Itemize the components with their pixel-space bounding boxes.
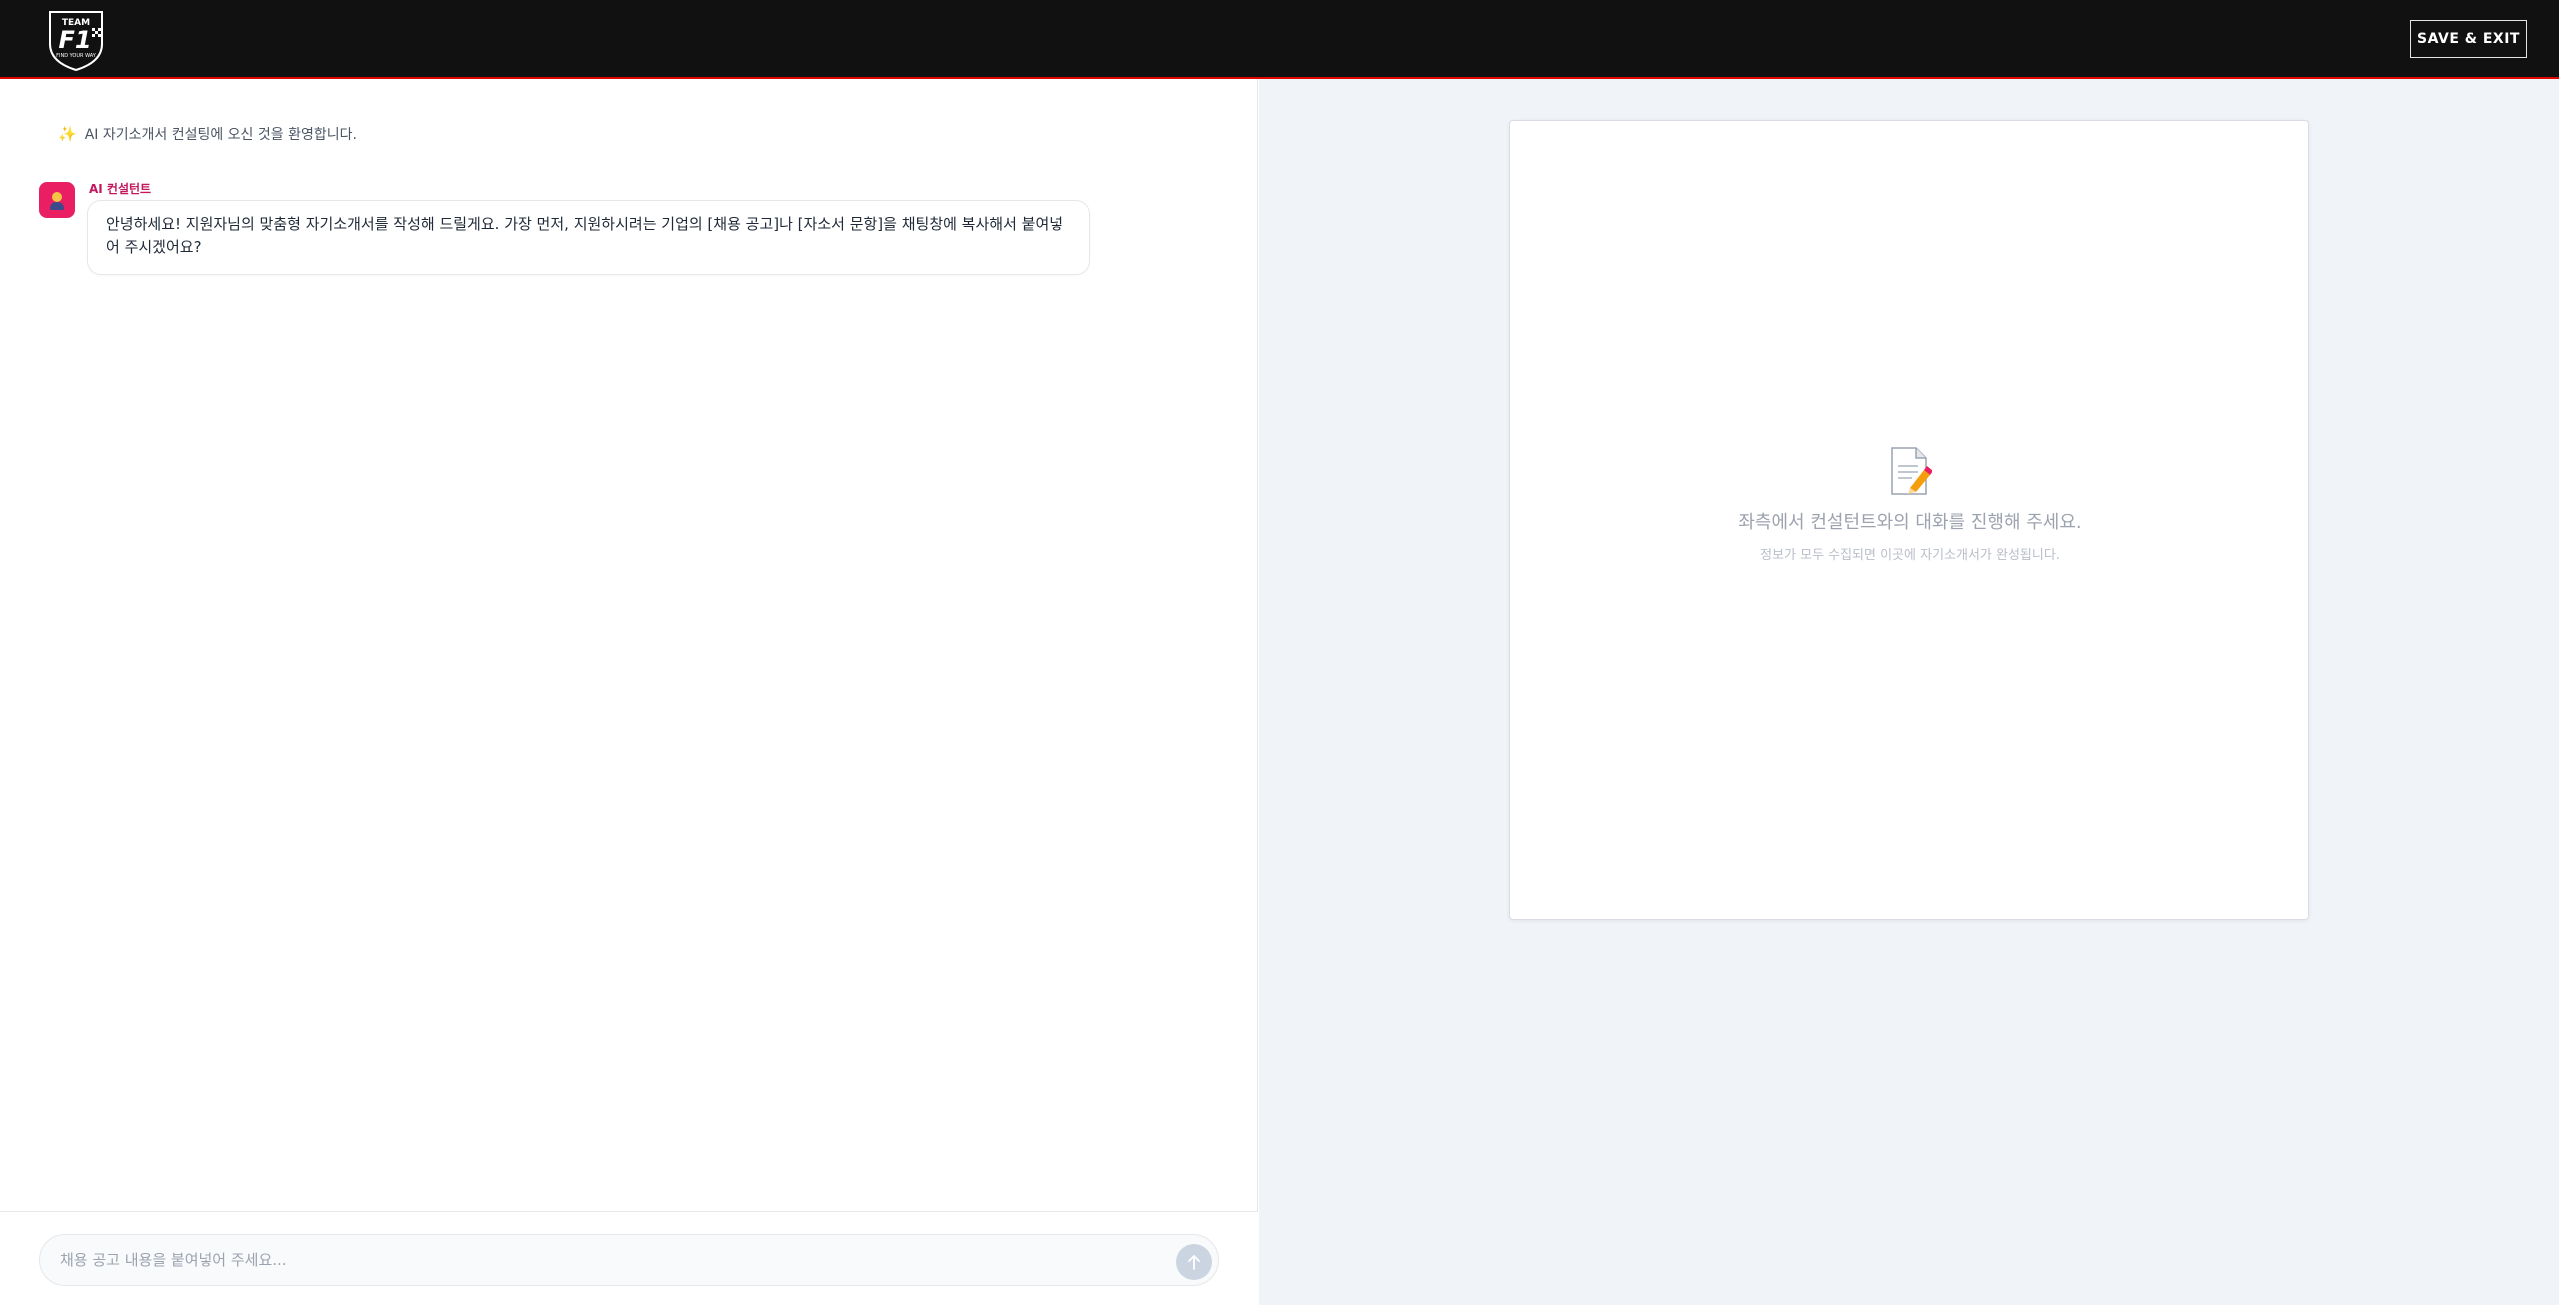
preview-panel: 좌측에서 컨설턴트와의 대화를 진행해 주세요. 정보가 모두 수집되면 이곳에…	[1259, 79, 2559, 1305]
chat-input-area	[0, 1211, 1258, 1305]
welcome-text: AI 자기소개서 컨설팅에 오신 것을 환영합니다.	[84, 127, 357, 143]
document-preview-card: 좌측에서 컨설턴트와의 대화를 진행해 주세요. 정보가 모두 수집되면 이곳에…	[1509, 120, 2309, 920]
team-f1-logo[interactable]: TEAM F1 FIND YOUR WAY	[42, 6, 110, 72]
save-exit-button[interactable]: SAVE & EXIT	[2410, 20, 2527, 58]
consultant-avatar-icon	[39, 182, 75, 218]
logo-text-main: F1	[58, 26, 91, 54]
top-header: TEAM F1 FIND YOUR WAY SAVE & EXIT	[0, 0, 2559, 79]
sparkle-icon: ✨	[58, 125, 77, 143]
chat-panel: ✨ AI 자기소개서 컨설팅에 오신 것을 환영합니다. AI 컨설턴트 안녕하…	[0, 79, 1258, 1305]
empty-state-subtitle: 정보가 모두 수집되면 이곳에 자기소개서가 완성됩니다.	[1760, 548, 2060, 563]
arrow-up-icon	[1188, 1255, 1200, 1270]
send-button[interactable]	[1176, 1244, 1212, 1280]
welcome-banner: ✨ AI 자기소개서 컨설팅에 오신 것을 환영합니다.	[58, 124, 357, 144]
empty-state-title: 좌측에서 컨설턴트와의 대화를 진행해 주세요.	[1738, 512, 2082, 533]
empty-state: 좌측에서 컨설턴트와의 대화를 진행해 주세요. 정보가 모두 수집되면 이곳에…	[1510, 446, 2310, 563]
message-sender: AI 컨설턴트	[89, 182, 152, 196]
chat-input-wrapper	[39, 1234, 1219, 1286]
document-pencil-icon	[1891, 447, 1932, 495]
assistant-message-bubble: 안녕하세요! 지원자님의 맞춤형 자기소개서를 작성해 드릴게요. 가장 먼저,…	[87, 200, 1090, 275]
chat-input[interactable]	[60, 1235, 1140, 1285]
logo-text-bottom: FIND YOUR WAY	[56, 53, 97, 59]
